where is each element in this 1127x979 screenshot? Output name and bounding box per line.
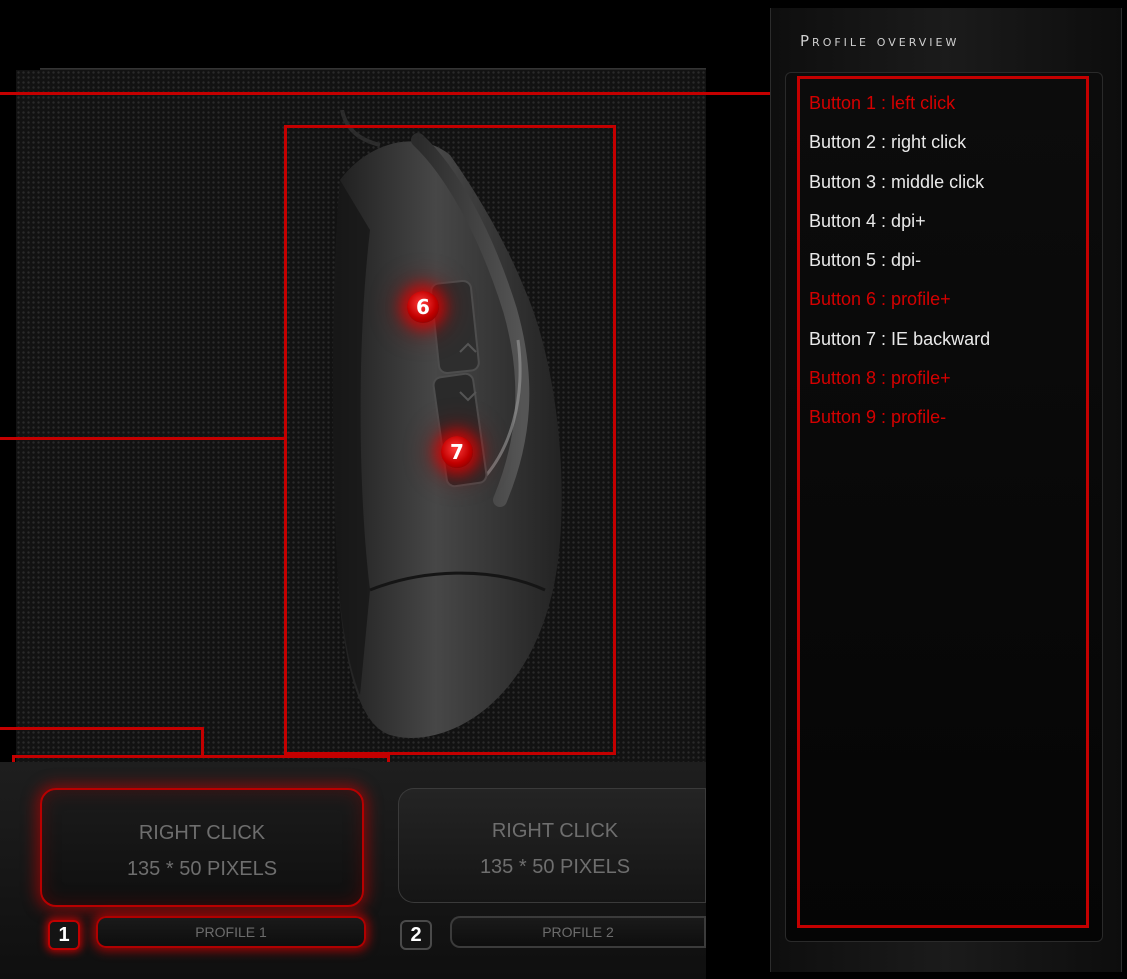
- mouse-highlight-box: [284, 125, 616, 755]
- profile-card-1[interactable]: RIGHT CLICK 135 * 50 PIXELS: [40, 788, 364, 907]
- annotation-line-top: [0, 92, 800, 95]
- profile-2-name-button[interactable]: PROFILE 2: [450, 916, 706, 948]
- profile-1-size: 135 * 50 PIXELS: [126, 858, 278, 880]
- profile-1-action: RIGHT CLICK: [138, 822, 266, 844]
- profile-2-size: 135 * 50 PIXELS: [479, 856, 631, 878]
- panel-title: Profile overview: [800, 32, 960, 50]
- annotation-line-bottom-drop: [201, 727, 204, 757]
- annotation-line-middle: [0, 437, 287, 440]
- annotation-line-bottom: [0, 727, 204, 730]
- profile-2-action: RIGHT CLICK: [491, 820, 619, 842]
- overview-highlight-box: [797, 76, 1089, 928]
- profile-1-name-button[interactable]: PROFILE 1: [96, 916, 366, 948]
- profile-1-number[interactable]: 1: [48, 920, 80, 950]
- profile-card-2[interactable]: RIGHT CLICK 135 * 50 PIXELS: [398, 788, 706, 903]
- profile-2-number[interactable]: 2: [400, 920, 432, 950]
